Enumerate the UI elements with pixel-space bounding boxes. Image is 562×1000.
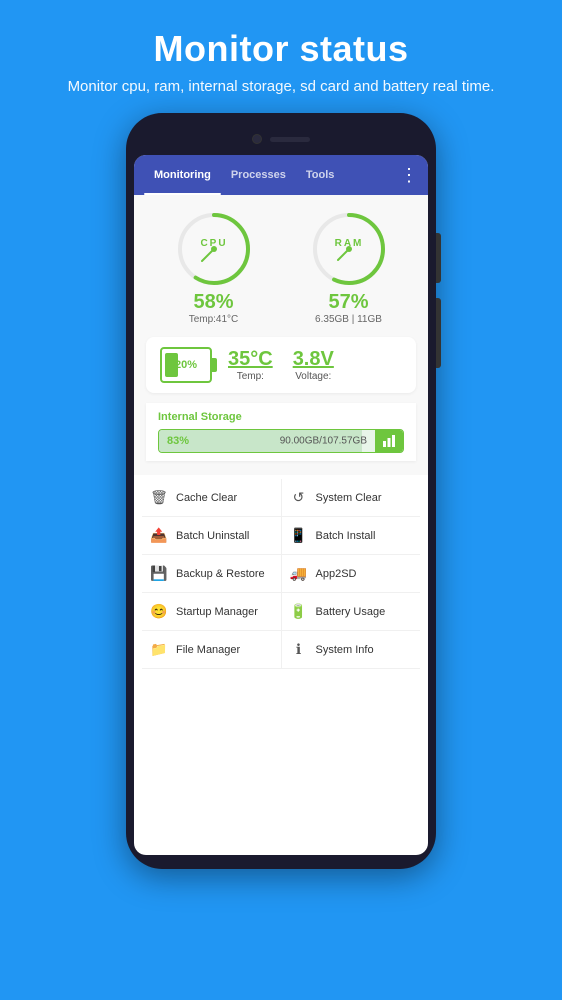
storage-section: Internal Storage 83% 90.00GB/107.57GB [146, 403, 416, 461]
menu-item-cache-clear[interactable]: 🗑 Cache Clear [142, 479, 282, 516]
phone-screen: Monitoring Processes Tools ⋮ [134, 155, 428, 855]
menu-item-batch-uninstall[interactable]: 📤 Batch Uninstall [142, 517, 282, 554]
backup-restore-label: Backup & Restore [176, 568, 265, 580]
tab-processes[interactable]: Processes [221, 155, 296, 195]
app2sd-label: App2SD [316, 568, 357, 580]
file-manager-icon: 📁 [150, 641, 168, 658]
cache-clear-label: Cache Clear [176, 492, 237, 504]
ram-sub: 6.35GB | 11GB [315, 314, 382, 325]
tab-monitoring[interactable]: Monitoring [144, 155, 221, 195]
page-subtitle: Monitor cpu, ram, internal storage, sd c… [68, 76, 495, 97]
menu-item-system-info[interactable]: ℹ System Info [282, 631, 421, 668]
battery-temp-label: Temp: [237, 371, 264, 382]
battery-row: 20% 35°C Temp: 3.8V Voltage: [146, 337, 416, 393]
monitor-section: CPU 58% Temp:41°C [134, 195, 428, 475]
file-manager-label: File Manager [176, 644, 240, 656]
phone-camera [252, 134, 262, 144]
battery-icon: 20% [160, 347, 212, 383]
phone-side-button [436, 233, 441, 283]
system-info-label: System Info [316, 644, 374, 656]
menu-row-4: 😊 Startup Manager 🔋 Battery Usage [142, 593, 420, 631]
cpu-temp: Temp:41°C [189, 314, 239, 325]
battery-usage-icon: 🔋 [290, 603, 308, 620]
batch-install-icon: 📱 [290, 527, 308, 544]
menu-item-app2sd[interactable]: 🚚 App2SD [282, 555, 421, 592]
menu-item-system-clear[interactable]: ↺ System Clear [282, 479, 421, 516]
cache-clear-icon: 🗑 [150, 489, 168, 506]
ram-gauge: RAM 57% 6.35GB | 11GB [309, 209, 389, 325]
header-section: Monitor status Monitor cpu, ram, interna… [48, 0, 515, 113]
system-clear-label: System Clear [316, 492, 382, 504]
menu-item-file-manager[interactable]: 📁 File Manager [142, 631, 282, 668]
phone-speaker [270, 137, 310, 142]
battery-stats: 35°C Temp: 3.8V Voltage: [228, 348, 334, 382]
tab-bar: Monitoring Processes Tools ⋮ [134, 155, 428, 195]
storage-details: 90.00GB/107.57GB [280, 436, 373, 447]
battery-voltage-label: Voltage: [295, 371, 331, 382]
cpu-gauge: CPU 58% Temp:41°C [174, 209, 254, 325]
battery-voltage-value: 3.8V [293, 348, 334, 371]
battery-percent: 20% [175, 359, 197, 371]
more-options-icon[interactable]: ⋮ [400, 165, 418, 186]
page-title: Monitor status [68, 28, 495, 70]
storage-chart-button[interactable] [375, 430, 403, 452]
phone-side-button-2 [436, 298, 441, 368]
menu-grid: 🗑 Cache Clear ↺ System Clear 📤 Batch Uni… [134, 475, 428, 673]
batch-uninstall-icon: 📤 [150, 527, 168, 544]
menu-row-2: 📤 Batch Uninstall 📱 Batch Install [142, 517, 420, 555]
backup-restore-icon: 💾 [150, 565, 168, 582]
battery-voltage: 3.8V Voltage: [293, 348, 334, 382]
menu-row-5: 📁 File Manager ℹ System Info [142, 631, 420, 669]
storage-bar: 83% 90.00GB/107.57GB [158, 429, 404, 453]
menu-item-backup-restore[interactable]: 💾 Backup & Restore [142, 555, 282, 592]
batch-install-label: Batch Install [316, 530, 376, 542]
batch-uninstall-label: Batch Uninstall [176, 530, 249, 542]
menu-item-batch-install[interactable]: 📱 Batch Install [282, 517, 421, 554]
menu-row-3: 💾 Backup & Restore 🚚 App2SD [142, 555, 420, 593]
phone-wrapper: Monitoring Processes Tools ⋮ [126, 113, 436, 1000]
tab-tools[interactable]: Tools [296, 155, 345, 195]
storage-percent: 83% [167, 435, 189, 447]
system-clear-icon: ↺ [290, 489, 308, 506]
phone-outer: Monitoring Processes Tools ⋮ [126, 113, 436, 869]
app2sd-icon: 🚚 [290, 565, 308, 582]
menu-item-startup-manager[interactable]: 😊 Startup Manager [142, 593, 282, 630]
ram-gauge-circle: RAM [309, 209, 389, 289]
startup-manager-label: Startup Manager [176, 606, 258, 618]
phone-notch-bar [134, 127, 428, 151]
startup-manager-icon: 😊 [150, 603, 168, 620]
menu-row-1: 🗑 Cache Clear ↺ System Clear [142, 479, 420, 517]
cpu-percent: 58% [193, 291, 233, 314]
system-info-icon: ℹ [290, 641, 308, 658]
battery-temp: 35°C Temp: [228, 348, 273, 382]
battery-temp-value: 35°C [228, 348, 273, 371]
menu-item-battery-usage[interactable]: 🔋 Battery Usage [282, 593, 421, 630]
gauges-row: CPU 58% Temp:41°C [146, 209, 416, 325]
battery-usage-label: Battery Usage [316, 606, 386, 618]
cpu-gauge-circle: CPU [174, 209, 254, 289]
storage-title: Internal Storage [158, 411, 404, 423]
ram-percent: 57% [328, 291, 368, 314]
